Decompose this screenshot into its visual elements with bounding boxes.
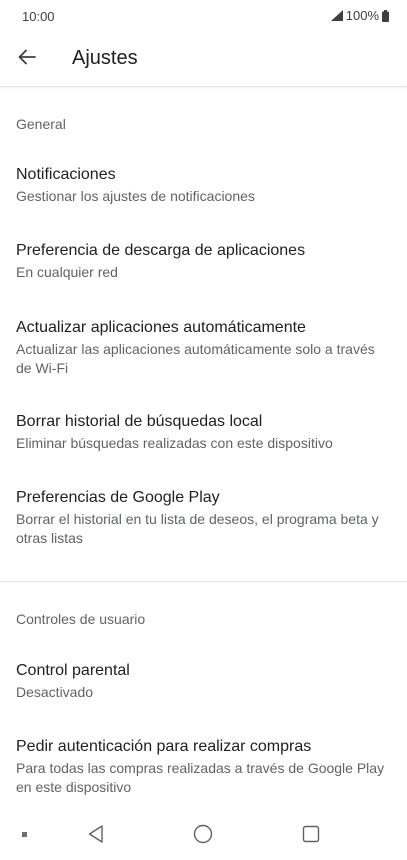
nav-back-button[interactable] xyxy=(82,822,110,850)
setting-subtitle: Actualizar las aplicaciones automáticame… xyxy=(16,341,375,376)
setting-subtitle: Gestionar los ajustes de notificaciones xyxy=(16,188,255,204)
circle-home-icon xyxy=(193,824,213,849)
nav-indicator-dot xyxy=(22,832,27,837)
setting-subtitle: En cualquier red xyxy=(16,264,118,280)
setting-google-play-preferences[interactable]: Preferencias de Google Play Borrar el hi… xyxy=(16,487,391,548)
setting-subtitle: Desactivado xyxy=(16,684,94,700)
section-divider xyxy=(0,581,407,582)
setting-download-preference[interactable]: Preferencia de descarga de aplicaciones … xyxy=(16,240,391,282)
status-time: 10:00 xyxy=(22,9,55,24)
setting-title: Control parental xyxy=(16,662,130,679)
battery-percentage: 100% xyxy=(345,8,379,23)
nav-home-button[interactable] xyxy=(189,822,217,850)
section-header-general: General xyxy=(16,116,66,132)
status-right-group: 100% xyxy=(330,8,389,23)
app-bar: Ajustes xyxy=(0,32,407,87)
status-bar: 10:00 100% xyxy=(0,0,407,32)
setting-title: Preferencias de Google Play xyxy=(16,489,220,506)
nav-recents-button[interactable] xyxy=(297,822,325,850)
triangle-back-icon xyxy=(88,824,104,848)
signal-icon xyxy=(330,10,343,21)
square-recents-icon xyxy=(302,825,320,848)
setting-title: Pedir autenticación para realizar compra… xyxy=(16,738,312,755)
setting-title: Notificaciones xyxy=(16,166,116,183)
setting-subtitle: Para todas las compras realizadas a trav… xyxy=(16,760,385,795)
setting-subtitle: Eliminar búsquedas realizadas con este d… xyxy=(16,435,333,451)
section-header-user-controls: Controles de usuario xyxy=(16,611,146,627)
back-button[interactable] xyxy=(12,45,42,73)
setting-subtitle: Borrar el historial en tu lista de deseo… xyxy=(16,511,379,546)
setting-auto-update-apps[interactable]: Actualizar aplicaciones automáticamente … xyxy=(16,317,391,378)
page-title: Ajustes xyxy=(72,47,138,69)
setting-parental-control[interactable]: Control parental Desactivado xyxy=(16,660,391,702)
setting-notifications[interactable]: Notificaciones Gestionar los ajustes de … xyxy=(16,164,391,206)
setting-title: Actualizar aplicaciones automáticamente xyxy=(16,319,306,336)
setting-purchase-authentication[interactable]: Pedir autenticación para realizar compra… xyxy=(16,736,391,797)
arrow-left-icon xyxy=(18,49,36,70)
system-nav-bar xyxy=(0,812,407,860)
setting-clear-search-history[interactable]: Borrar historial de búsquedas local Elim… xyxy=(16,411,391,453)
battery-icon xyxy=(382,9,389,22)
setting-title: Borrar historial de búsquedas local xyxy=(16,413,263,430)
setting-title: Preferencia de descarga de aplicaciones xyxy=(16,242,306,259)
